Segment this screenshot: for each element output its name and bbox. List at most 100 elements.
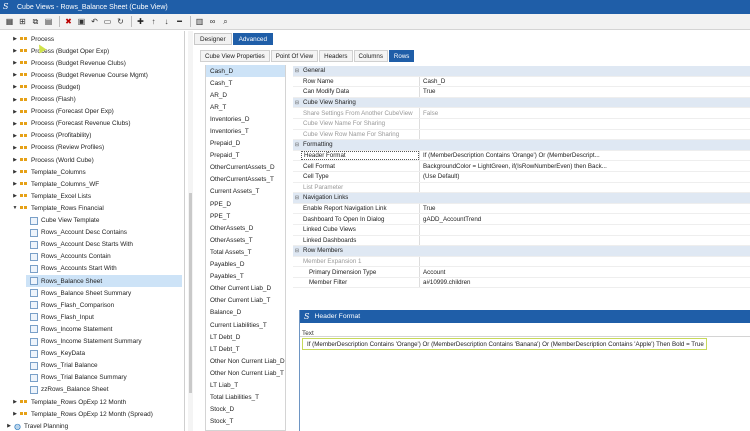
expand-right-icon[interactable]: ▶: [12, 84, 18, 90]
tab-headers[interactable]: Headers: [319, 50, 353, 62]
property-category[interactable]: ⊟ Formatting: [293, 140, 750, 151]
row-list-item[interactable]: Payables_T: [206, 271, 285, 283]
property-value[interactable]: Account: [419, 267, 750, 277]
property-value[interactable]: [419, 129, 750, 140]
tree-item[interactable]: ▶ Template_Columns: [12, 166, 86, 178]
expand-right-icon[interactable]: ▶: [12, 36, 18, 42]
property-value[interactable]: True: [419, 87, 750, 97]
tree-item[interactable]: ▶ Template_Rows OpExp 12 Month (Spread): [12, 408, 153, 420]
tab-point-of-view[interactable]: Point Of View: [270, 50, 319, 62]
property-row[interactable]: Dashboard To Open In Dialog gADD_AccountT…: [293, 214, 750, 225]
tree-item[interactable]: ▶ Process (World Cube): [12, 154, 94, 166]
tree-item[interactable]: ▼ Template_Rows Financial: [12, 202, 104, 214]
row-list-item[interactable]: OtherAssets_D: [206, 222, 285, 234]
tree-item[interactable]: Rows_Trial Balance: [30, 360, 98, 372]
tab-cube-view-properties[interactable]: Cube View Properties: [200, 50, 270, 62]
delete-icon[interactable]: ✖: [63, 16, 74, 27]
tree-item[interactable]: Rows_Income Statement: [30, 323, 112, 335]
expand-right-icon[interactable]: ▶: [6, 423, 12, 429]
property-category[interactable]: ⊟ General: [293, 66, 750, 77]
tab-columns[interactable]: Columns: [353, 50, 388, 62]
tab-designer[interactable]: Designer: [194, 33, 232, 45]
row-list-item[interactable]: OtherAssets_T: [206, 234, 285, 246]
row-list-item[interactable]: Balance_D: [206, 307, 285, 319]
tree-item[interactable]: ▶ Process (Flash): [12, 94, 76, 106]
tree-item[interactable]: ▶ Process (Budget Revenue Clubs): [12, 57, 126, 69]
row-list-item[interactable]: Inventories_D: [206, 113, 285, 125]
tree-item[interactable]: Rows_Account Desc Contains: [30, 227, 127, 239]
row-list-item[interactable]: Other Current Liab_T: [206, 295, 285, 307]
tree-item[interactable]: Rows_Flash_Input: [30, 311, 94, 323]
row-list-item[interactable]: AR_T: [206, 101, 285, 113]
property-category[interactable]: ⊟ Row Members: [293, 246, 750, 257]
tree-item[interactable]: ▶ Process (Budget): [12, 81, 80, 93]
row-list-item[interactable]: PPE_D: [206, 198, 285, 210]
tree-item[interactable]: Rows_Balance Sheet: [26, 275, 182, 287]
tree-item[interactable]: Rows_Accounts Start With: [30, 263, 117, 275]
property-row[interactable]: Cell Format BackgroundColor = LightGreen,…: [293, 161, 750, 172]
expand-right-icon[interactable]: ▶: [12, 121, 18, 127]
collapse-icon[interactable]: ⊟: [293, 68, 301, 74]
tree-item[interactable]: ▶ Template_Excel Lists: [12, 190, 91, 202]
binoculars-icon[interactable]: ∞: [207, 16, 218, 27]
row-list-item[interactable]: OtherCurrentAssets_D: [206, 162, 285, 174]
expand-right-icon[interactable]: ▶: [12, 157, 18, 163]
row-list-item[interactable]: Current Assets_T: [206, 186, 285, 198]
scrollbar-thumb[interactable]: [189, 193, 192, 393]
expand-right-icon[interactable]: ▶: [12, 399, 18, 405]
expand-right-icon[interactable]: ▶: [12, 60, 18, 66]
tree-item[interactable]: ▶ Process (Review Profiles): [12, 142, 104, 154]
property-value[interactable]: True: [419, 203, 750, 214]
tab-advanced[interactable]: Advanced: [232, 33, 274, 45]
expand-right-icon[interactable]: ▶: [12, 133, 18, 139]
property-value[interactable]: [419, 224, 750, 235]
tree-item[interactable]: Rows_Income Statement Summary: [30, 336, 142, 348]
row-list-item[interactable]: LT Debt_T: [206, 343, 285, 355]
collapse-icon[interactable]: ⊟: [293, 142, 301, 148]
tree-item[interactable]: ▶ ◍ Travel Planning: [6, 420, 68, 431]
save-icon[interactable]: ▭: [102, 16, 113, 27]
tree-scrollbar[interactable]: [188, 31, 193, 431]
property-row[interactable]: Linked Dashboards: [293, 235, 750, 247]
tree-item[interactable]: ▶ Process (Forecast Revenue Clubs): [12, 118, 130, 130]
property-value[interactable]: Cash_D: [419, 76, 750, 87]
tree-item[interactable]: Rows_Balance Sheet Summary: [30, 287, 131, 299]
expand-right-icon[interactable]: ▶: [12, 193, 18, 199]
tree-item[interactable]: ▶ Process (Budget Oper Exp): [12, 45, 109, 57]
expand-right-icon[interactable]: ▶: [12, 97, 18, 103]
property-row[interactable]: Header Format If (MemberDescription Conta…: [293, 150, 750, 162]
property-value[interactable]: [419, 182, 750, 193]
property-row[interactable]: Row Name Cash_D: [293, 76, 750, 88]
expand-right-icon[interactable]: ▶: [12, 48, 18, 54]
property-row[interactable]: Enable Report Navigation Link True: [293, 203, 750, 215]
remove-icon[interactable]: ━: [174, 16, 185, 27]
property-row[interactable]: Cube View Row Name For Sharing: [293, 129, 750, 141]
row-list-item[interactable]: Prepaid_D: [206, 138, 285, 150]
property-row[interactable]: Can Modify Data True: [293, 87, 750, 98]
search-icon[interactable]: ⌕: [220, 16, 231, 27]
expand-right-icon[interactable]: ▶: [12, 169, 18, 175]
row-list-item[interactable]: LT Debt_D: [206, 331, 285, 343]
property-value[interactable]: BackgroundColor = LightGreen, if(IsRowNu…: [419, 161, 750, 171]
row-list-item[interactable]: Other Current Liab_D: [206, 283, 285, 295]
calendar-icon[interactable]: ▣: [76, 16, 87, 27]
row-list-item[interactable]: Payables_D: [206, 259, 285, 271]
tree-item[interactable]: Cube View Template: [30, 215, 99, 227]
row-list-item[interactable]: Current Liabilities_T: [206, 319, 285, 331]
expand-right-icon[interactable]: ▶: [12, 145, 18, 151]
property-value[interactable]: a#10999.children: [419, 277, 750, 288]
property-row[interactable]: Linked Cube Views: [293, 224, 750, 236]
tree-icon[interactable]: ⊞: [17, 16, 28, 27]
expand-right-icon[interactable]: ▶: [12, 181, 18, 187]
row-list-item[interactable]: Total Liabilities_T: [206, 392, 285, 404]
collapse-icon[interactable]: ⊟: [293, 195, 301, 201]
property-row[interactable]: Primary Dimension Type Account: [293, 267, 750, 278]
tree-item[interactable]: ▶ Process: [12, 33, 54, 45]
property-value[interactable]: [419, 256, 750, 267]
tree-item[interactable]: Rows_KeyData: [30, 348, 85, 360]
tree-item[interactable]: zzRows_Balance Sheet: [30, 384, 109, 396]
tree-item[interactable]: ▶ Process (Forecast Oper Exp): [12, 106, 114, 118]
formula-text[interactable]: If (MemberDescription Contains 'Orange')…: [302, 338, 707, 350]
text-editor[interactable]: [300, 336, 750, 431]
property-value[interactable]: False: [419, 108, 750, 118]
